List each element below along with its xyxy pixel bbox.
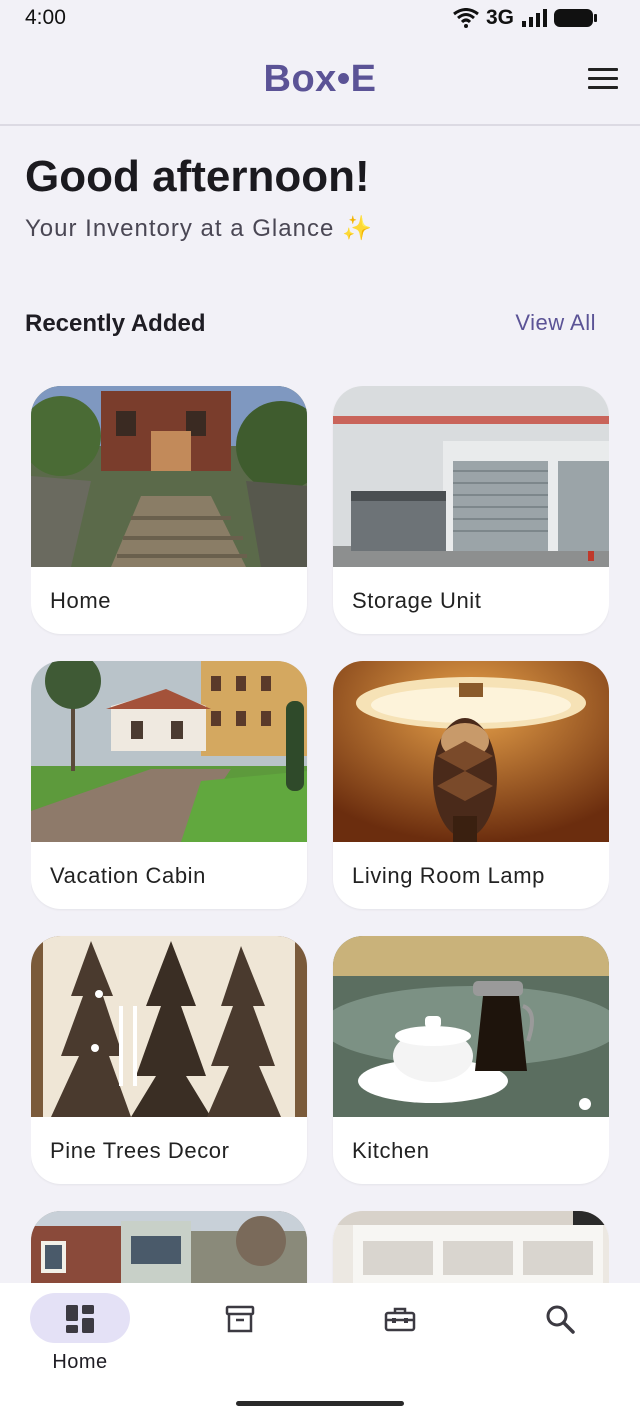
white-shelf-photo xyxy=(333,1211,609,1283)
item-card-label: Home xyxy=(50,588,112,613)
recent-items-grid: Home Storage Unit Vacation Cabin Living … xyxy=(31,386,609,1283)
status-time: 4:00 xyxy=(25,6,66,29)
storage-garage-photo xyxy=(333,386,609,567)
item-card-label: Living Room Lamp xyxy=(352,863,546,888)
brick-house-photo xyxy=(31,1211,307,1283)
item-card[interactable] xyxy=(31,1211,307,1283)
toolbox-icon xyxy=(384,1307,416,1332)
item-card-label: Storage Unit xyxy=(352,588,482,613)
item-card-storage-unit[interactable]: Storage Unit xyxy=(333,386,609,634)
item-card-kitchen[interactable]: Kitchen xyxy=(333,936,609,1184)
home-indicator xyxy=(236,1401,404,1406)
status-icons: 3G xyxy=(453,6,598,30)
item-card-label: Pine Trees Decor xyxy=(50,1138,230,1163)
item-card-pine-trees-decor[interactable]: Pine Trees Decor xyxy=(31,936,307,1184)
app-logo: Box•E xyxy=(263,58,377,100)
item-card-label: Vacation Cabin xyxy=(50,863,206,888)
nav-home-label: Home xyxy=(52,1351,108,1373)
wifi-icon xyxy=(453,8,479,28)
house-on-hill-photo xyxy=(31,386,307,567)
dashboard-icon xyxy=(66,1305,94,1333)
archive-box-icon xyxy=(225,1305,255,1333)
item-card-vacation-cabin[interactable]: Vacation Cabin xyxy=(31,661,307,909)
menu-button[interactable] xyxy=(588,68,618,92)
signal-icon xyxy=(522,9,547,27)
search-icon xyxy=(546,1305,575,1334)
network-type: 3G xyxy=(485,6,514,29)
nav-home[interactable]: Home xyxy=(20,1283,140,1383)
item-card[interactable] xyxy=(333,1211,609,1283)
nav-archive[interactable] xyxy=(180,1283,300,1383)
nav-toolbox[interactable] xyxy=(340,1283,460,1383)
tea-set-table-photo xyxy=(333,936,609,1117)
item-card-living-room-lamp[interactable]: Living Room Lamp xyxy=(333,661,609,909)
view-all-link[interactable]: View All xyxy=(515,310,596,336)
menu-icon xyxy=(588,68,618,71)
status-bar: 4:00 3G xyxy=(0,0,640,44)
item-card-home[interactable]: Home xyxy=(31,386,307,634)
item-card-label: Kitchen xyxy=(352,1138,430,1163)
page-subtitle: Your Inventory at a Glance ✨ xyxy=(25,215,373,242)
villa-garden-photo xyxy=(31,661,307,842)
pine-tree-art-photo xyxy=(31,936,307,1117)
recently-added-title: Recently Added xyxy=(25,310,206,337)
greeting-title: Good afternoon! xyxy=(25,152,370,201)
battery-icon xyxy=(554,9,597,27)
pineapple-lamp-photo xyxy=(333,661,609,842)
nav-search[interactable] xyxy=(500,1283,620,1383)
app-bar: Box•E xyxy=(0,44,640,126)
